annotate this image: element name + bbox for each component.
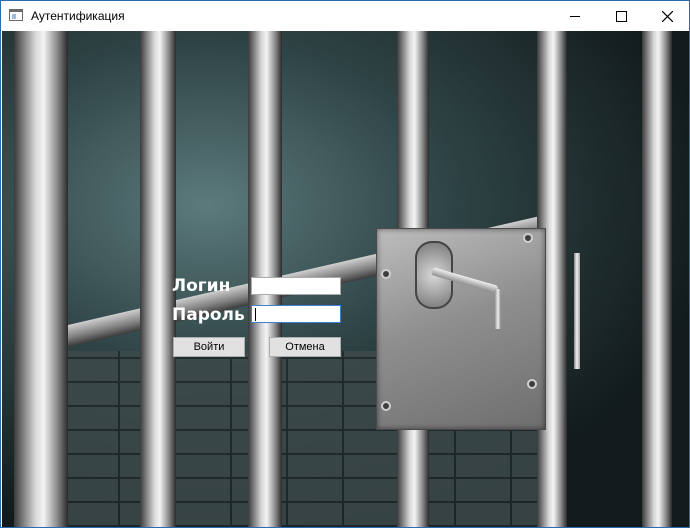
minimize-button[interactable] bbox=[552, 1, 598, 31]
door-latch bbox=[574, 253, 580, 369]
rivet bbox=[381, 269, 391, 279]
rivet bbox=[381, 401, 391, 411]
rivet bbox=[527, 379, 537, 389]
login-input[interactable] bbox=[251, 277, 341, 295]
rivet bbox=[523, 233, 533, 243]
text-caret bbox=[255, 308, 256, 321]
app-window-icon bbox=[9, 9, 23, 21]
login-button[interactable]: Войти bbox=[173, 337, 245, 357]
password-input[interactable] bbox=[251, 305, 341, 323]
login-label: Логин bbox=[172, 276, 231, 296]
jail-bar bbox=[140, 31, 176, 527]
password-label: Пароль bbox=[172, 305, 245, 325]
maximize-button[interactable] bbox=[598, 1, 644, 31]
title-bar[interactable]: Аутентификация bbox=[1, 1, 689, 31]
close-icon bbox=[661, 10, 673, 22]
jail-bar bbox=[14, 31, 68, 527]
cancel-button[interactable]: Отмена bbox=[269, 337, 341, 357]
window-title: Аутентификация bbox=[31, 9, 125, 23]
close-button[interactable] bbox=[644, 1, 690, 31]
key-stem bbox=[495, 289, 501, 329]
jail-bar bbox=[642, 31, 672, 527]
maximize-icon bbox=[615, 10, 627, 22]
door-lock bbox=[376, 228, 546, 430]
minimize-icon bbox=[570, 15, 580, 17]
auth-window: Аутентификация Логин Пароль Войти Отмена bbox=[0, 0, 690, 528]
background-jail-image bbox=[2, 31, 689, 527]
